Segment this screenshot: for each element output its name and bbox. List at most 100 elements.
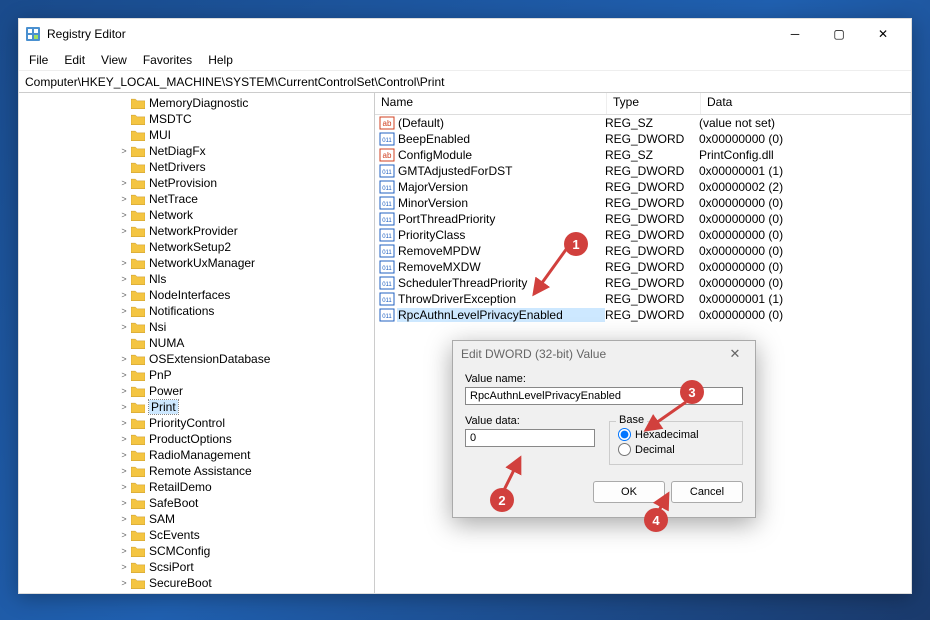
- tree-item[interactable]: >NetDiagFx: [19, 143, 374, 159]
- list-row[interactable]: 011ThrowDriverExceptionREG_DWORD0x000000…: [375, 291, 911, 307]
- menu-edit[interactable]: Edit: [56, 51, 93, 69]
- svg-text:011: 011: [382, 170, 392, 176]
- expand-icon[interactable]: >: [119, 306, 129, 316]
- tree-item[interactable]: >NetworkProvider: [19, 223, 374, 239]
- close-button[interactable]: ✕: [861, 20, 905, 48]
- radio-decimal[interactable]: Decimal: [618, 443, 734, 456]
- tree-item[interactable]: >RadioManagement: [19, 447, 374, 463]
- tree-item[interactable]: >Nsi: [19, 319, 374, 335]
- ok-button[interactable]: OK: [593, 481, 665, 503]
- tree-item[interactable]: > NodeInterfaces: [19, 287, 374, 303]
- menu-view[interactable]: View: [93, 51, 135, 69]
- expand-icon[interactable]: >: [119, 386, 129, 396]
- expand-icon[interactable]: >: [119, 434, 129, 444]
- menu-favorites[interactable]: Favorites: [135, 51, 200, 69]
- expand-icon[interactable]: >: [119, 178, 129, 188]
- value-type: REG_DWORD: [605, 132, 699, 146]
- tree-item[interactable]: >NetTrace: [19, 191, 374, 207]
- expand-icon[interactable]: >: [119, 370, 129, 380]
- expand-icon[interactable]: >: [119, 322, 129, 332]
- expand-icon[interactable]: >: [119, 274, 129, 284]
- cancel-button[interactable]: Cancel: [671, 481, 743, 503]
- address-bar[interactable]: Computer\HKEY_LOCAL_MACHINE\SYSTEM\Curre…: [19, 71, 911, 93]
- expand-icon[interactable]: >: [119, 466, 129, 476]
- column-data-header[interactable]: Data: [701, 93, 911, 114]
- tree-item[interactable]: >PriorityControl: [19, 415, 374, 431]
- tree-item[interactable]: >NetProvision: [19, 175, 374, 191]
- list-row[interactable]: 011MajorVersionREG_DWORD0x00000002 (2): [375, 179, 911, 195]
- expand-icon[interactable]: >: [119, 226, 129, 236]
- tree-item[interactable]: >SAM: [19, 511, 374, 527]
- expand-icon[interactable]: >: [119, 498, 129, 508]
- tree-item-label: NodeInterfaces: [149, 288, 230, 302]
- tree-item[interactable]: MUI: [19, 127, 374, 143]
- list-row[interactable]: 011PortThreadPriorityREG_DWORD0x00000000…: [375, 211, 911, 227]
- value-data: 0x00000000 (0): [699, 212, 911, 226]
- expand-icon[interactable]: >: [119, 258, 129, 268]
- value-name: BeepEnabled: [397, 132, 605, 146]
- column-name-header[interactable]: Name: [375, 93, 607, 114]
- tree-item[interactable]: >NetworkUxManager: [19, 255, 374, 271]
- dialog-close-icon[interactable]: ✕: [723, 346, 747, 362]
- expand-icon[interactable]: >: [119, 402, 129, 412]
- tree-item[interactable]: >Remote Assistance: [19, 463, 374, 479]
- expand-icon[interactable]: >: [119, 578, 129, 588]
- tree-item[interactable]: NUMA: [19, 335, 374, 351]
- tree-item[interactable]: MSDTC: [19, 111, 374, 127]
- list-row[interactable]: 011RemoveMPDWREG_DWORD0x00000000 (0): [375, 243, 911, 259]
- list-row[interactable]: 011GMTAdjustedForDSTREG_DWORD0x00000001 …: [375, 163, 911, 179]
- radio-hexadecimal[interactable]: Hexadecimal: [618, 428, 734, 441]
- tree-item[interactable]: >OSExtensionDatabase: [19, 351, 374, 367]
- tree-item[interactable]: >SafeBoot: [19, 495, 374, 511]
- tree-item-label: SecurePipeServers: [149, 592, 252, 593]
- tree-panel[interactable]: MemoryDiagnosticMSDTCMUI>NetDiagFxNetDri…: [19, 93, 375, 593]
- tree-item[interactable]: NetDrivers: [19, 159, 374, 175]
- tree-item[interactable]: > Power: [19, 383, 374, 399]
- expand-icon[interactable]: >: [119, 194, 129, 204]
- tree-item[interactable]: >Print: [19, 399, 374, 415]
- column-type-header[interactable]: Type: [607, 93, 701, 114]
- expand-icon[interactable]: >: [119, 562, 129, 572]
- expand-icon[interactable]: >: [119, 514, 129, 524]
- list-row[interactable]: 011BeepEnabledREG_DWORD0x00000000 (0): [375, 131, 911, 147]
- list-row[interactable]: 011RemoveMXDWREG_DWORD0x00000000 (0): [375, 259, 911, 275]
- tree-item-label: Power: [149, 384, 183, 398]
- list-row[interactable]: 011MinorVersionREG_DWORD0x00000000 (0): [375, 195, 911, 211]
- list-row[interactable]: 011SchedulerThreadPriorityREG_DWORD0x000…: [375, 275, 911, 291]
- menu-file[interactable]: File: [21, 51, 56, 69]
- annotation-marker-2: 2: [490, 488, 514, 512]
- expand-icon[interactable]: >: [119, 210, 129, 220]
- tree-item[interactable]: >Nls: [19, 271, 374, 287]
- expand-icon[interactable]: >: [119, 530, 129, 540]
- expand-icon[interactable]: >: [119, 418, 129, 428]
- tree-item[interactable]: >Notifications: [19, 303, 374, 319]
- expand-icon[interactable]: >: [119, 450, 129, 460]
- tree-item[interactable]: MemoryDiagnostic: [19, 95, 374, 111]
- tree-item[interactable]: >ProductOptions: [19, 431, 374, 447]
- expand-icon[interactable]: >: [119, 290, 129, 300]
- tree-item[interactable]: >PnP: [19, 367, 374, 383]
- tree-item[interactable]: >RetailDemo: [19, 479, 374, 495]
- list-row[interactable]: abConfigModuleREG_SZPrintConfig.dll: [375, 147, 911, 163]
- expand-icon[interactable]: >: [119, 146, 129, 156]
- svg-text:011: 011: [382, 266, 392, 272]
- minimize-button[interactable]: ─: [773, 20, 817, 48]
- expand-icon[interactable]: >: [119, 546, 129, 556]
- expand-icon[interactable]: >: [119, 354, 129, 364]
- value-data: 0x00000000 (0): [699, 260, 911, 274]
- menu-help[interactable]: Help: [200, 51, 241, 69]
- list-row[interactable]: 011RpcAuthnLevelPrivacyEnabledREG_DWORD0…: [375, 307, 911, 323]
- tree-item[interactable]: >SCMConfig: [19, 543, 374, 559]
- list-row[interactable]: ab(Default)REG_SZ(value not set): [375, 115, 911, 131]
- tree-item[interactable]: NetworkSetup2: [19, 239, 374, 255]
- tree-item[interactable]: >Network: [19, 207, 374, 223]
- value-name: PortThreadPriority: [397, 212, 605, 226]
- maximize-button[interactable]: ▢: [817, 20, 861, 48]
- tree-item[interactable]: >SecurePipeServers: [19, 591, 374, 593]
- tree-item[interactable]: >ScEvents: [19, 527, 374, 543]
- tree-item[interactable]: >SecureBoot: [19, 575, 374, 591]
- expand-icon[interactable]: >: [119, 482, 129, 492]
- value-data-field[interactable]: [465, 429, 595, 447]
- tree-item[interactable]: >ScsiPort: [19, 559, 374, 575]
- list-row[interactable]: 011PriorityClassREG_DWORD0x00000000 (0): [375, 227, 911, 243]
